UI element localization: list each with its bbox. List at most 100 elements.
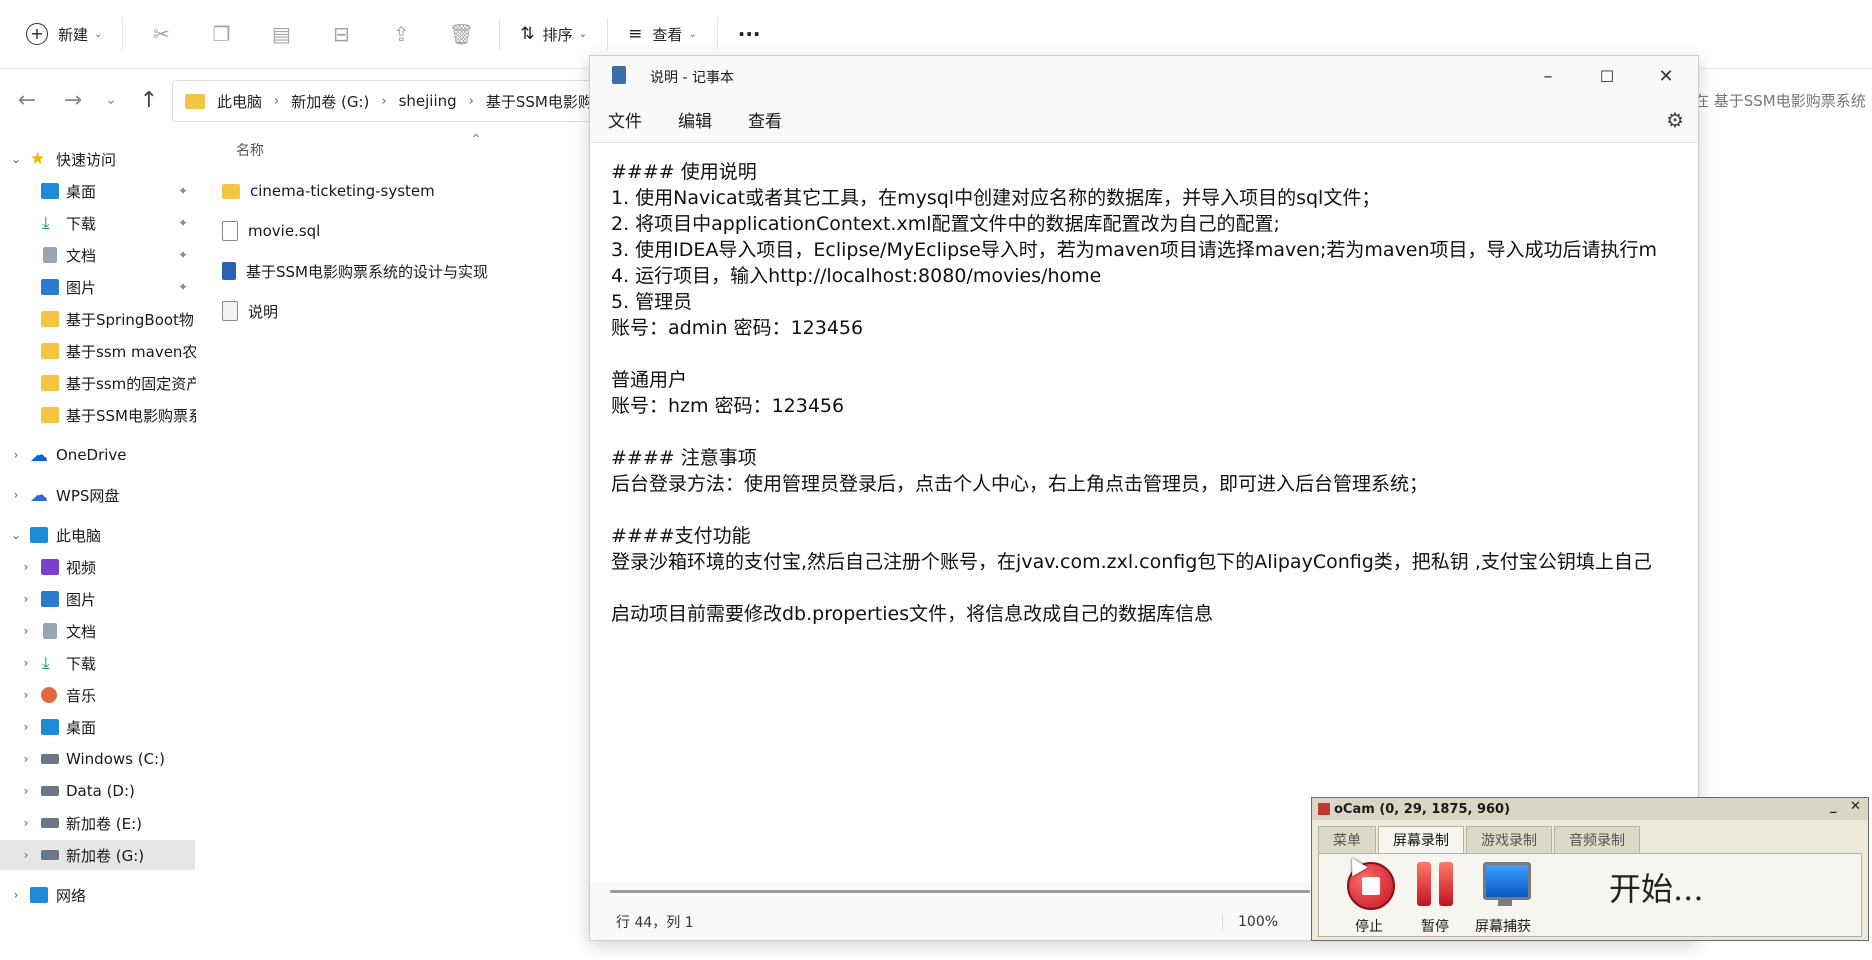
chevron-right-icon[interactable]: › — [18, 784, 34, 798]
tab-screen-recording[interactable]: 屏幕录制 — [1378, 826, 1464, 854]
chevron-right-icon[interactable]: › — [18, 816, 34, 830]
sidebar-item-wps[interactable]: › ☁ WPS网盘 — [0, 480, 196, 510]
sidebar-item-label: 快速访问 — [56, 150, 117, 169]
sidebar-item-recent-folder[interactable]: 基于ssm的固定资产 — [0, 368, 196, 398]
chevron-right-icon[interactable]: › — [18, 688, 34, 702]
up-arrow-icon[interactable]: ↑ — [126, 80, 172, 120]
sidebar-item-label: Windows (C:) — [66, 750, 165, 768]
cut-icon[interactable]: ✂ — [131, 14, 191, 54]
sidebar-item-drive-g[interactable]: › 新加卷 (G:) — [0, 840, 195, 870]
view-button[interactable]: ≡ 查看 ⌄ — [616, 14, 709, 54]
breadcrumb-item[interactable]: shejiing — [399, 92, 457, 110]
minimize-icon[interactable]: – — [1520, 62, 1576, 90]
chevron-right-icon[interactable]: › — [18, 720, 34, 734]
chevron-right-icon[interactable]: › — [8, 888, 24, 902]
pause-button[interactable]: 暂停 — [1405, 858, 1465, 935]
close-icon[interactable]: ✕ — [1638, 62, 1694, 90]
sidebar-item-network[interactable]: › 网络 — [0, 880, 196, 910]
sort-button[interactable]: ⇅ 排序 ⌄ — [508, 14, 599, 54]
rename-icon[interactable]: ⊟ — [311, 14, 371, 54]
list-item[interactable]: movie.sql — [222, 216, 320, 246]
horizontal-scrollbar[interactable] — [610, 890, 1310, 893]
breadcrumb-item[interactable]: 基于SSM电影购 — [486, 91, 593, 112]
sidebar-item-pictures[interactable]: 图片 ✦ — [0, 272, 196, 302]
chevron-right-icon[interactable]: › — [18, 560, 34, 574]
menu-file[interactable]: 文件 — [608, 107, 642, 132]
list-item[interactable]: cinema-ticketing-system — [222, 176, 435, 206]
pin-icon[interactable]: ✦ — [178, 184, 188, 198]
screen-capture-button[interactable]: 屏幕捕获 — [1473, 858, 1533, 935]
sidebar-item-drive-d[interactable]: › Data (D:) — [0, 776, 196, 806]
sidebar-item-label: 视频 — [66, 558, 97, 577]
sidebar-item-quick-access[interactable]: ⌄ ★ 快速访问 — [0, 144, 196, 174]
text-editor[interactable]: #### 使用说明 1. 使用Navicat或者其它工具，在mysql中创建对应… — [591, 142, 1697, 883]
sidebar-item-music[interactable]: › 音乐 — [0, 680, 196, 710]
tab-menu[interactable]: 菜单 — [1318, 826, 1376, 854]
ocam-title-bar[interactable]: oCam (0, 29, 1875, 960) _ ✕ — [1312, 798, 1868, 820]
column-header-name[interactable]: 名称 — [236, 140, 264, 160]
text-line: 登录沙箱环境的支付宝,然后自己注册个账号，在jvav.com.zxl.confi… — [611, 551, 1652, 573]
chevron-down-icon[interactable]: ⌄ — [8, 528, 24, 542]
menu-edit[interactable]: 编辑 — [678, 107, 712, 132]
chevron-right-icon[interactable]: › — [8, 488, 24, 502]
paste-icon[interactable]: ▤ — [251, 14, 311, 54]
chevron-right-icon[interactable]: › — [274, 94, 279, 109]
chevron-right-icon[interactable]: › — [18, 592, 34, 606]
copy-icon[interactable]: ❐ — [191, 14, 251, 54]
sidebar-item-drive-c[interactable]: › Windows (C:) — [0, 744, 196, 774]
chevron-right-icon[interactable]: › — [18, 848, 34, 862]
maximize-icon[interactable]: ☐ — [1579, 62, 1635, 90]
minimize-icon[interactable]: _ — [1830, 799, 1837, 814]
tab-game-recording[interactable]: 游戏录制 — [1466, 826, 1552, 854]
close-icon[interactable]: ✕ — [1850, 799, 1861, 814]
breadcrumb-item[interactable]: 新加卷 (G:) — [291, 91, 369, 112]
sidebar-item-downloads-pc[interactable]: › ⤓ 下载 — [0, 648, 196, 678]
address-bar[interactable]: 此电脑 › 新加卷 (G:) › shejiing › 基于SSM电影购 — [172, 80, 594, 122]
chevron-right-icon[interactable]: › — [8, 448, 24, 462]
sidebar-item-drive-e[interactable]: › 新加卷 (E:) — [0, 808, 196, 838]
recent-locations-icon[interactable]: ⌄ — [96, 80, 126, 120]
gear-icon[interactable]: ⚙ — [1666, 108, 1684, 132]
notepad-title-bar[interactable]: 说明 - 记事本 – ☐ ✕ — [590, 56, 1698, 96]
sidebar-item-recent-folder[interactable]: 基于SSM电影购票系 — [0, 400, 196, 430]
pin-icon[interactable]: ✦ — [178, 248, 188, 262]
chevron-right-icon[interactable]: › — [469, 94, 474, 109]
sidebar-item-desktop-pc[interactable]: › 桌面 — [0, 712, 196, 742]
drive-icon — [41, 850, 59, 860]
text-line: #### 使用说明 — [611, 161, 757, 183]
chevron-right-icon[interactable]: › — [18, 624, 34, 638]
forward-arrow-icon[interactable]: → — [50, 80, 96, 120]
text-line: #### 注意事项 — [611, 447, 757, 469]
sidebar-item-this-pc[interactable]: ⌄ 此电脑 — [0, 520, 196, 550]
share-icon[interactable]: ⇪ — [371, 14, 431, 54]
sidebar-item-recent-folder[interactable]: 基于ssm maven农 — [0, 336, 196, 366]
text-line: 3. 使用IDEA导入项目，Eclipse/MyEclipse导入时，若为mav… — [611, 239, 1658, 261]
sidebar-item-pictures-pc[interactable]: › 图片 — [0, 584, 196, 614]
sidebar-item-documents-pc[interactable]: › 文档 — [0, 616, 196, 646]
new-button[interactable]: + 新建 ⌄ — [14, 14, 114, 54]
sidebar-item-videos[interactable]: › 视频 — [0, 552, 196, 582]
sidebar-item-recent-folder[interactable]: 基于SpringBoot物 — [0, 304, 196, 334]
sidebar-item-downloads[interactable]: ⤓ 下载 ✦ — [0, 208, 196, 238]
pin-icon[interactable]: ✦ — [178, 216, 188, 230]
chevron-down-icon[interactable]: ⌄ — [8, 152, 24, 166]
more-options-button[interactable]: ··· — [726, 14, 773, 54]
list-item[interactable]: 基于SSM电影购票系统的设计与实现 — [222, 256, 488, 286]
breadcrumb-item[interactable]: 此电脑 — [217, 91, 262, 112]
sidebar-item-desktop[interactable]: 桌面 ✦ — [0, 176, 196, 206]
toolbar-divider — [716, 18, 718, 50]
tab-audio-recording[interactable]: 音频录制 — [1554, 826, 1640, 854]
menu-view[interactable]: 查看 — [748, 107, 782, 132]
search-input[interactable]: 在 基于SSM电影购票系统 — [1694, 80, 1872, 120]
chevron-right-icon[interactable]: › — [18, 752, 34, 766]
chevron-right-icon[interactable]: › — [381, 94, 386, 109]
delete-icon[interactable]: 🗑 — [431, 14, 491, 54]
sidebar-item-onedrive[interactable]: › ☁ OneDrive — [0, 440, 196, 470]
tab-label: 音频录制 — [1569, 833, 1625, 849]
list-item[interactable]: 说明 — [222, 296, 278, 326]
sidebar-item-documents[interactable]: 文档 ✦ — [0, 240, 196, 270]
chevron-right-icon[interactable]: › — [18, 656, 34, 670]
file-name: 基于SSM电影购票系统的设计与实现 — [246, 262, 488, 281]
pin-icon[interactable]: ✦ — [178, 280, 188, 294]
back-arrow-icon[interactable]: ← — [4, 80, 50, 120]
